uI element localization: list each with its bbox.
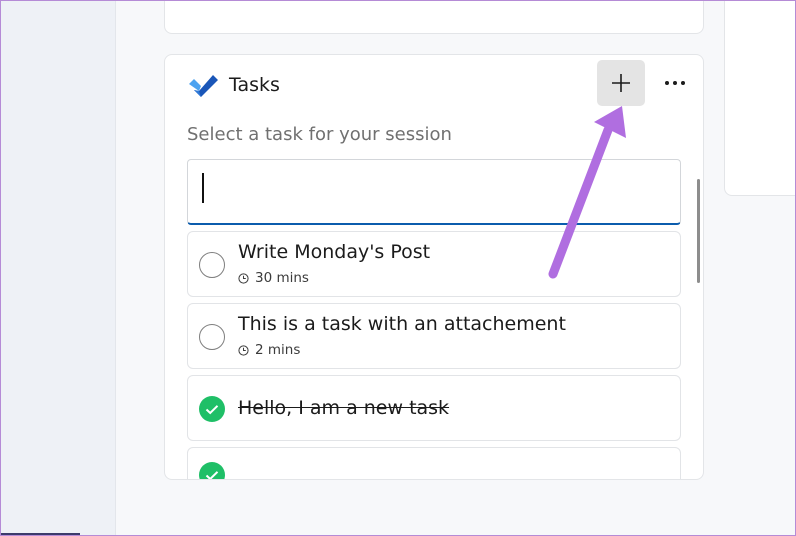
task-duration-text: 30 mins (255, 270, 309, 286)
task-duration: 2 mins (238, 342, 300, 358)
task-complete-checkbox[interactable] (199, 396, 225, 422)
clock-icon (238, 272, 249, 284)
microsoft-todo-icon (189, 75, 218, 97)
task-duration: 30 mins (238, 270, 309, 286)
task-title: This is a task with an attachement (238, 313, 566, 335)
clock-icon (238, 344, 249, 356)
left-pane (0, 0, 116, 536)
tasks-title: Tasks (229, 74, 280, 96)
text-caret (202, 173, 204, 203)
add-task-button[interactable] (597, 60, 645, 106)
task-search-input[interactable] (187, 159, 681, 225)
session-prompt: Select a task for your session (187, 124, 452, 145)
checkmark-icon (205, 470, 219, 479)
ellipsis-icon (665, 81, 685, 85)
task-item[interactable]: Hello, I am a new task (187, 375, 681, 441)
tasks-widget: Tasks Select a task for your session Wri… (164, 54, 704, 480)
scrollbar-thumb[interactable] (697, 179, 700, 283)
task-title: Write Monday's Post (238, 241, 431, 263)
tasks-header: Tasks (165, 55, 703, 115)
task-complete-checkbox[interactable] (199, 252, 225, 278)
task-title: Hello, I am a new task (238, 397, 450, 419)
task-item[interactable]: This is a task with an attachement 2 min… (187, 303, 681, 369)
task-complete-checkbox[interactable] (199, 324, 225, 350)
task-item[interactable]: Write Monday's Post 30 mins (187, 231, 681, 297)
plus-icon (612, 74, 630, 92)
task-duration-text: 2 mins (255, 342, 301, 358)
previous-widget-card (164, 0, 704, 34)
checkmark-icon (205, 404, 219, 414)
more-options-button[interactable] (659, 69, 691, 97)
side-widget-card (724, 0, 796, 196)
task-complete-checkbox[interactable] (199, 462, 225, 479)
task-item[interactable] (187, 447, 681, 479)
